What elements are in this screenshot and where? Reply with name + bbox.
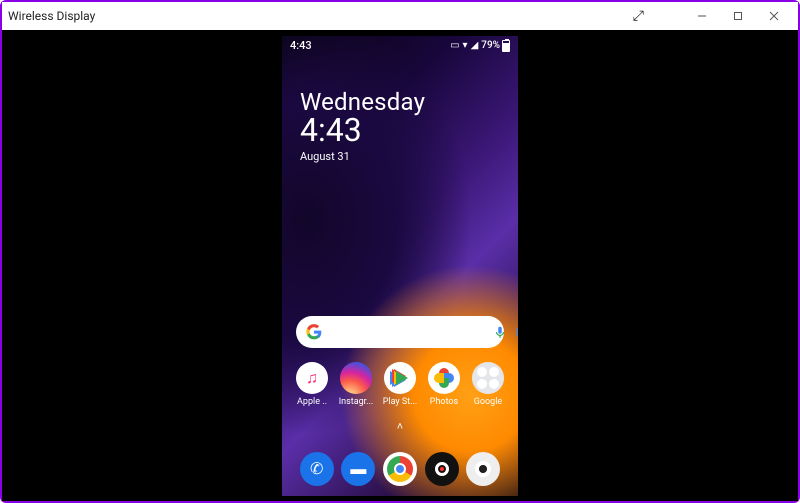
status-clock: 4:43 (290, 39, 312, 52)
clock-time: 4:43 (300, 114, 518, 146)
dock-camera[interactable] (466, 452, 500, 486)
titlebar[interactable]: Wireless Display ⤢ (2, 2, 798, 30)
phone-screen[interactable]: 4:43 ▭ ▾ ◢ 79% Wednesday 4:43 August 31 (282, 36, 518, 496)
app-window: Wireless Display ⤢ 4:43 ▭ ▾ ◢ (0, 0, 800, 503)
app-play-store[interactable]: Play St... (380, 362, 420, 407)
app-google-folder[interactable]: Google (468, 362, 508, 407)
app-photos[interactable]: Photos (424, 362, 464, 407)
search-input[interactable] (330, 316, 485, 348)
photos-icon (428, 362, 460, 394)
camera-icon (475, 461, 491, 477)
google-folder-icon (472, 362, 504, 394)
instagram-icon (340, 362, 372, 394)
battery-icon (502, 40, 510, 52)
phone-icon: ✆ (310, 459, 323, 478)
clock-widget[interactable]: Wednesday 4:43 August 31 (300, 88, 518, 163)
apple-music-icon: ♫ (296, 362, 328, 394)
vibrate-icon: ▭ (450, 40, 459, 51)
home-app-row: ♫ Apple .. Instagr... Play St... Photos (282, 362, 518, 407)
messages-icon: ▬ (350, 459, 366, 479)
app-label: Photos (430, 397, 458, 407)
expand-icon[interactable]: ⤢ (633, 8, 644, 24)
minimize-button[interactable] (684, 4, 720, 28)
app-drawer-handle[interactable]: ˄ (397, 420, 403, 433)
dock-recorder[interactable] (425, 452, 459, 486)
cast-surface: 4:43 ▭ ▾ ◢ 79% Wednesday 4:43 August 31 (2, 30, 798, 501)
maximize-icon (733, 11, 743, 21)
chevron-up-icon: ˄ (397, 420, 403, 433)
battery-percent: 79% (481, 40, 500, 51)
clock-date: August 31 (300, 150, 518, 163)
dock-chrome[interactable] (383, 452, 417, 486)
close-icon (769, 11, 779, 21)
app-label: Apple .. (297, 397, 327, 407)
lens-icon[interactable] (515, 325, 518, 339)
play-store-icon (384, 362, 416, 394)
dock-messages[interactable]: ▬ (341, 452, 375, 486)
app-apple-music[interactable]: ♫ Apple .. (292, 362, 332, 407)
mic-icon[interactable] (493, 325, 507, 339)
app-instagram[interactable]: Instagr... (336, 362, 376, 407)
minimize-icon (697, 11, 707, 21)
dock: ✆ ▬ (282, 452, 518, 486)
status-icons: ▭ ▾ ◢ 79% (450, 40, 510, 52)
dock-phone[interactable]: ✆ (300, 452, 334, 486)
app-label: Play St... (383, 397, 418, 407)
wifi-icon: ▾ (463, 40, 468, 51)
recorder-icon (435, 462, 449, 476)
google-search-bar[interactable] (296, 316, 504, 348)
app-label: Google (474, 397, 502, 407)
maximize-button[interactable] (720, 4, 756, 28)
signal-icon: ◢ (471, 40, 479, 51)
battery-indicator: 79% (481, 40, 510, 52)
google-logo-icon (306, 324, 322, 340)
close-button[interactable] (756, 4, 792, 28)
status-bar: 4:43 ▭ ▾ ◢ 79% (282, 36, 518, 54)
app-label: Instagr... (339, 397, 374, 407)
chrome-icon (387, 456, 413, 482)
window-controls (684, 4, 792, 28)
window-title: Wireless Display (8, 9, 95, 23)
